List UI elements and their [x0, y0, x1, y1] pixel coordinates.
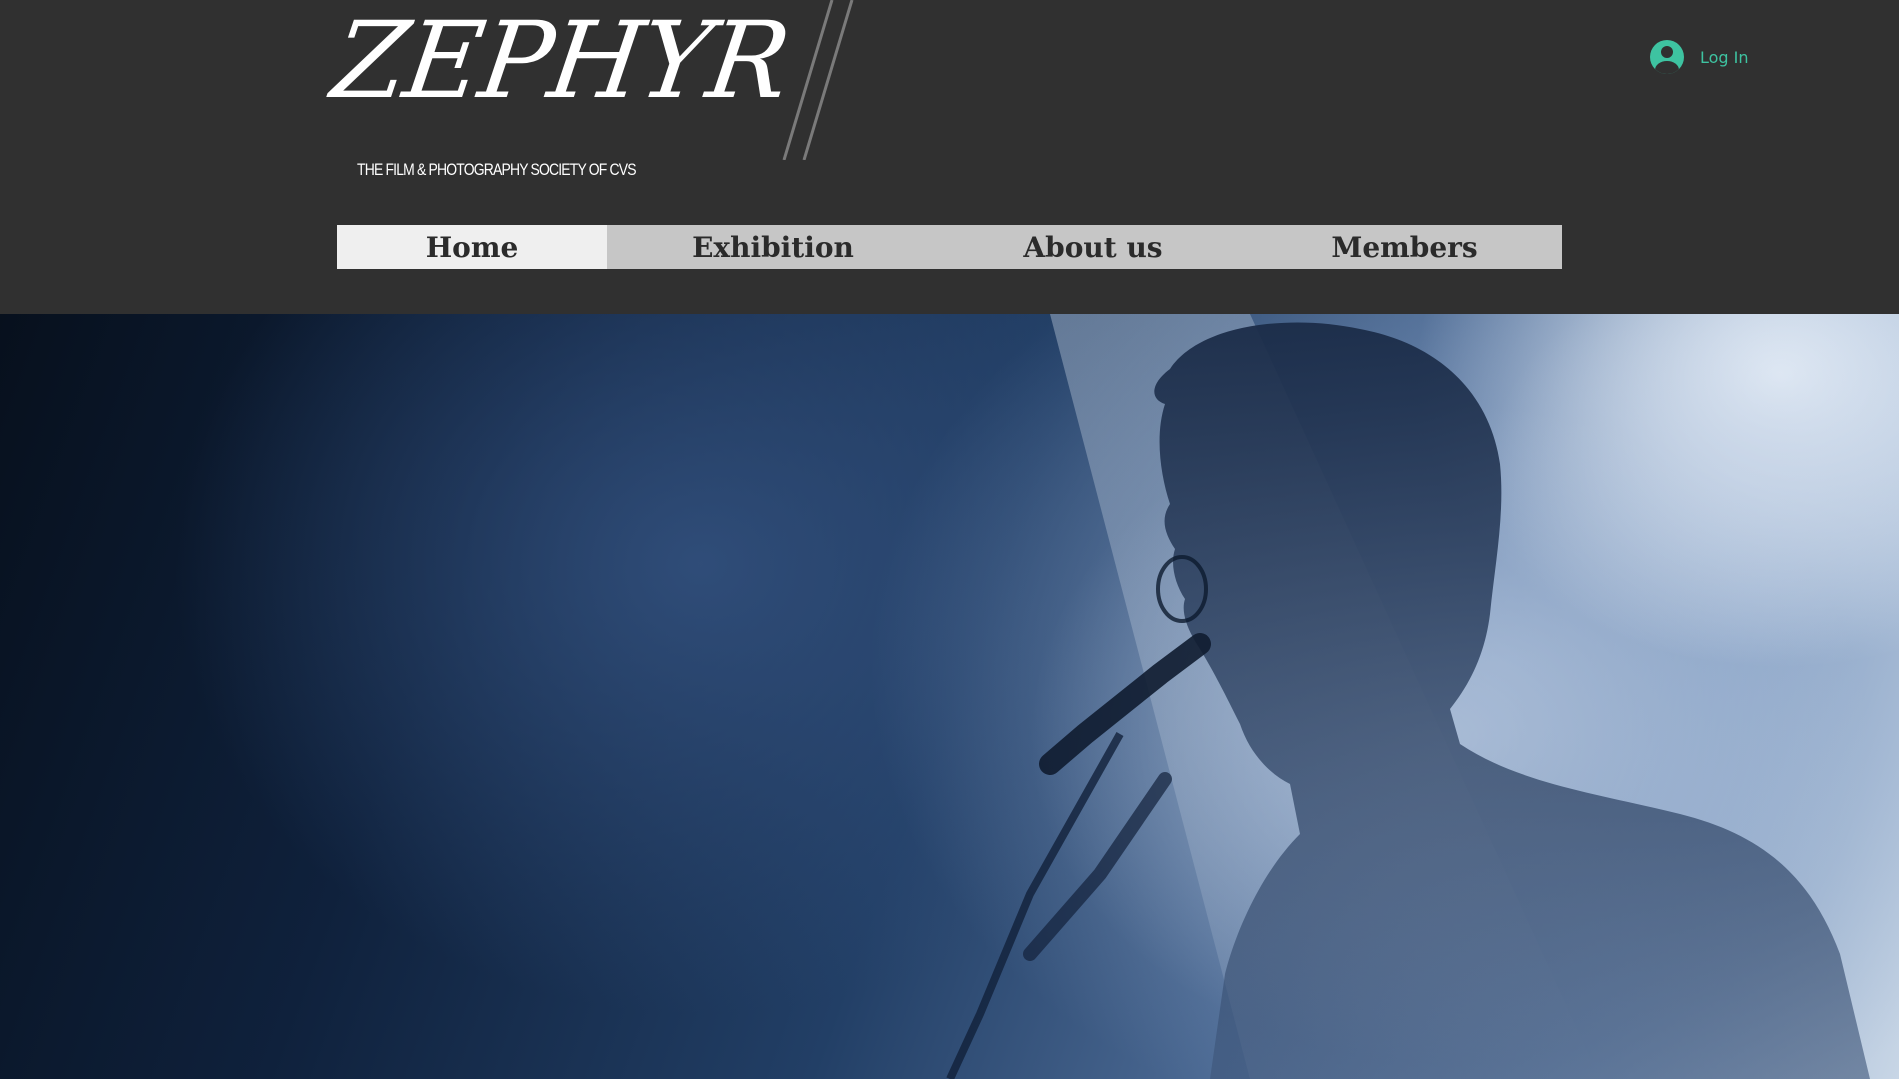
- nav-item-members[interactable]: Members: [1247, 225, 1562, 269]
- site-logo[interactable]: ZEPHYR: [325, 0, 795, 122]
- decorative-slash-icon: [782, 0, 854, 160]
- site-header: ZEPHYR THE FILM & PHOTOGRAPHY SOCIETY OF…: [0, 0, 1899, 314]
- hero-image: [0, 314, 1899, 1079]
- login-label[interactable]: Log In: [1700, 48, 1749, 67]
- nav-item-about-us[interactable]: About us: [939, 225, 1247, 269]
- user-avatar-icon[interactable]: [1650, 40, 1684, 74]
- nav-item-home[interactable]: Home: [337, 225, 607, 269]
- main-nav: Home Exhibition About us Members: [337, 225, 1562, 269]
- hero-silhouette-illustration: [946, 314, 1899, 1079]
- page: ZEPHYR THE FILM & PHOTOGRAPHY SOCIETY OF…: [0, 0, 1899, 1079]
- site-tagline: THE FILM & PHOTOGRAPHY SOCIETY OF CVS: [357, 160, 637, 179]
- login-button[interactable]: Log In: [1650, 40, 1749, 74]
- nav-item-exhibition[interactable]: Exhibition: [607, 225, 939, 269]
